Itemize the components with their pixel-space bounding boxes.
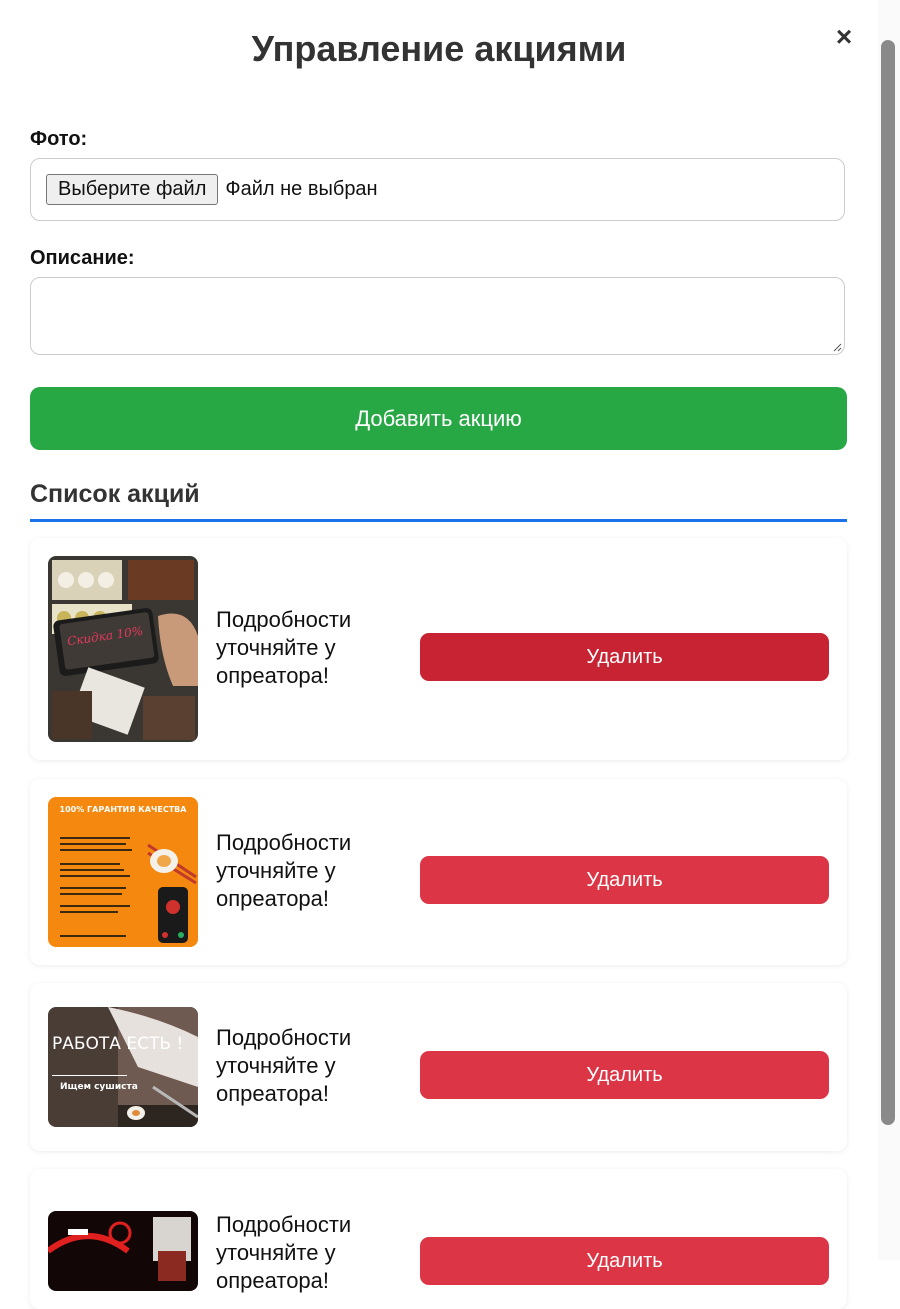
- resize-grip-icon[interactable]: [832, 342, 842, 352]
- promotion-description: Подробности уточняйте у опреатора!: [216, 607, 352, 688]
- promotion-image: [48, 1211, 198, 1291]
- description-textarea[interactable]: [30, 277, 845, 355]
- modal-title: Управление акциями: [251, 28, 627, 69]
- promotion-description: Подробности уточняйте у опреатора!: [216, 1025, 352, 1106]
- delete-promotion-button[interactable]: Удалить: [420, 856, 829, 904]
- promotion-image-text: РАБОТА ЕСТЬ !: [52, 1034, 183, 1054]
- photo-label: Фото:: [30, 128, 88, 150]
- promotion-description: Подробности уточняйте у опреатора!: [216, 1212, 352, 1293]
- promotion-card: 100% ГАРАНТИЯ КАЧЕСТВА Подробности уточн…: [30, 779, 847, 965]
- promotion-image: Скидка 10%: [48, 556, 198, 742]
- photo-file-input[interactable]: Выберите файл Файл не выбран: [30, 158, 845, 221]
- promotion-card: РАБОТА ЕСТЬ ! Ищем сушиста Подробности у…: [30, 983, 847, 1151]
- promotion-description: Подробности уточняйте у опреатора!: [216, 830, 352, 911]
- promotion-card: Подробности уточняйте у опреатора! Удали…: [30, 1169, 847, 1309]
- promotion-image-subtext: Ищем сушиста: [60, 1082, 138, 1092]
- promotion-image: 100% ГАРАНТИЯ КАЧЕСТВА: [48, 797, 198, 947]
- promotions-modal: × Управление акциями Фото: Выберите файл…: [0, 0, 878, 1309]
- choose-file-button[interactable]: Выберите файл: [46, 174, 219, 205]
- delete-promotion-button[interactable]: Удалить: [420, 1237, 829, 1285]
- file-status-text: Файл не выбран: [225, 178, 378, 200]
- description-label: Описание:: [30, 247, 135, 269]
- promotion-card: Скидка 10% Подробности уточняйте у опреа…: [30, 538, 847, 760]
- promotion-image: РАБОТА ЕСТЬ ! Ищем сушиста: [48, 1007, 198, 1127]
- section-underline: [30, 519, 847, 522]
- delete-promotion-button[interactable]: Удалить: [420, 633, 829, 681]
- promotion-image-text: 100% ГАРАНТИЯ КАЧЕСТВА: [60, 805, 188, 814]
- delete-promotion-button[interactable]: Удалить: [420, 1051, 829, 1099]
- add-promotion-button[interactable]: Добавить акцию: [30, 387, 847, 450]
- scrollbar-thumb[interactable]: [881, 40, 895, 1125]
- promotions-section-title: Список акций: [30, 480, 200, 508]
